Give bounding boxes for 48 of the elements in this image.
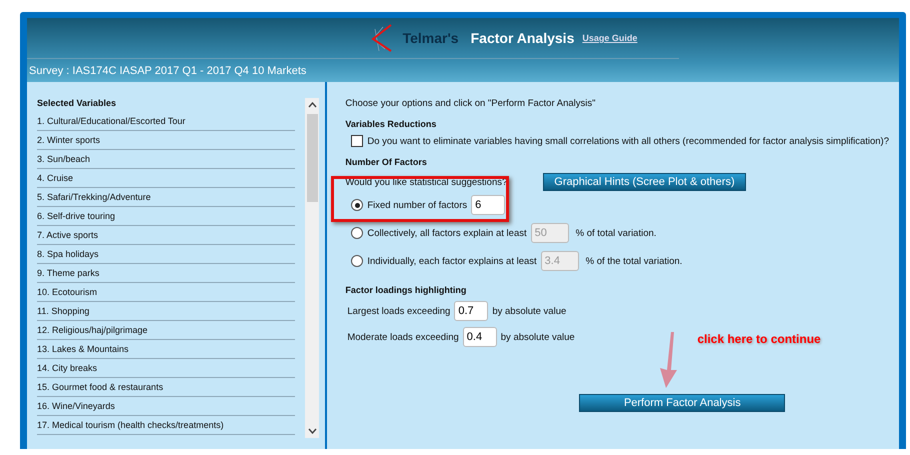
variable-item[interactable]: 17. Medical tourism (health checks/treatments)	[37, 416, 296, 435]
variable-item[interactable]: 11. Shopping	[37, 302, 296, 321]
checkbox-label: Do you want to eliminate variables having small correlations with all others (recommended for factor analysis simplification)?	[367, 136, 889, 146]
variable-item[interactable]: 10. Ecotourism	[37, 283, 296, 302]
suffix-text: % of the total variation.	[586, 256, 682, 266]
suffix-text: by absolute value	[500, 332, 575, 342]
variable-item[interactable]: 4. Cruise	[37, 169, 296, 188]
variable-item[interactable]: 5. Safari/Trekking/Adventure	[37, 188, 296, 207]
section-heading: Number Of Factors	[345, 157, 428, 167]
variable-item[interactable]: 7. Active sports	[37, 226, 296, 245]
variable-item[interactable]: 8. Spa holidays	[37, 245, 296, 264]
intro-text: Choose your options and click on "Perform Factor Analysis"	[345, 98, 596, 109]
perform-analysis-button[interactable]: Perform Factor Analysis	[579, 394, 786, 412]
scrollbar[interactable]	[305, 98, 320, 438]
annotation-text: click here to continue	[697, 332, 821, 346]
scroll-down-icon[interactable]	[308, 428, 317, 434]
page-title: Factor Analysis	[470, 30, 574, 46]
threshold-field[interactable]: 0.7	[454, 301, 488, 321]
graphical-hints-button[interactable]: Graphical Hints (Scree Plot & others)	[543, 173, 746, 191]
brand-name: Telmar's	[402, 30, 459, 46]
variable-item[interactable]: 6. Self-drive touring	[37, 207, 296, 226]
scroll-thumb[interactable]	[306, 114, 318, 202]
threshold-field[interactable]: 0.4	[462, 327, 497, 347]
variable-item[interactable]: 14. City breaks	[37, 359, 296, 378]
survey-title: Survey : IAS174C IASAP 2017 Q1 - 2017 Q4 10 Markets	[28, 64, 308, 77]
variable-item[interactable]: 1. Cultural/Educational/Escorted Tour	[37, 112, 296, 131]
variable-item[interactable]: 15. Gourmet food & restaurants	[37, 378, 296, 397]
threshold-label: Moderate loads exceeding	[347, 332, 459, 342]
variable-item[interactable]: 16. Wine/Vineyards	[37, 397, 296, 416]
suffix-text: by absolute value	[492, 306, 566, 316]
variable-item[interactable]: 9. Theme parks	[37, 264, 296, 283]
radio-button[interactable]	[351, 199, 364, 211]
checkbox[interactable]	[351, 135, 364, 147]
suffix-text: % of total variation.	[576, 228, 656, 238]
variable-item[interactable]: 13. Lakes & Mountains	[37, 340, 296, 359]
section-heading: Variables Reductions	[345, 119, 438, 129]
radio-label: Individually, each factor explains at least	[367, 256, 537, 266]
radio-label: Collectively, all factors explain at least	[367, 228, 527, 238]
radio-label: Fixed number of factors	[367, 200, 468, 210]
variable-item[interactable]: 3. Sun/beach	[37, 150, 296, 169]
variable-item[interactable]: 2. Winter sports	[37, 131, 296, 150]
variable-item[interactable]: 12. Religious/haj/pilgrimage	[37, 321, 296, 340]
list-heading: Selected Variables	[37, 98, 118, 108]
threshold-label: Largest loads exceeding	[347, 306, 450, 316]
usage-guide-link[interactable]: Usage Guide	[582, 33, 638, 43]
scroll-up-icon[interactable]	[308, 102, 317, 108]
section-heading: Factor loadings highlighting	[345, 285, 468, 295]
number-field[interactable]: 6	[471, 195, 506, 215]
